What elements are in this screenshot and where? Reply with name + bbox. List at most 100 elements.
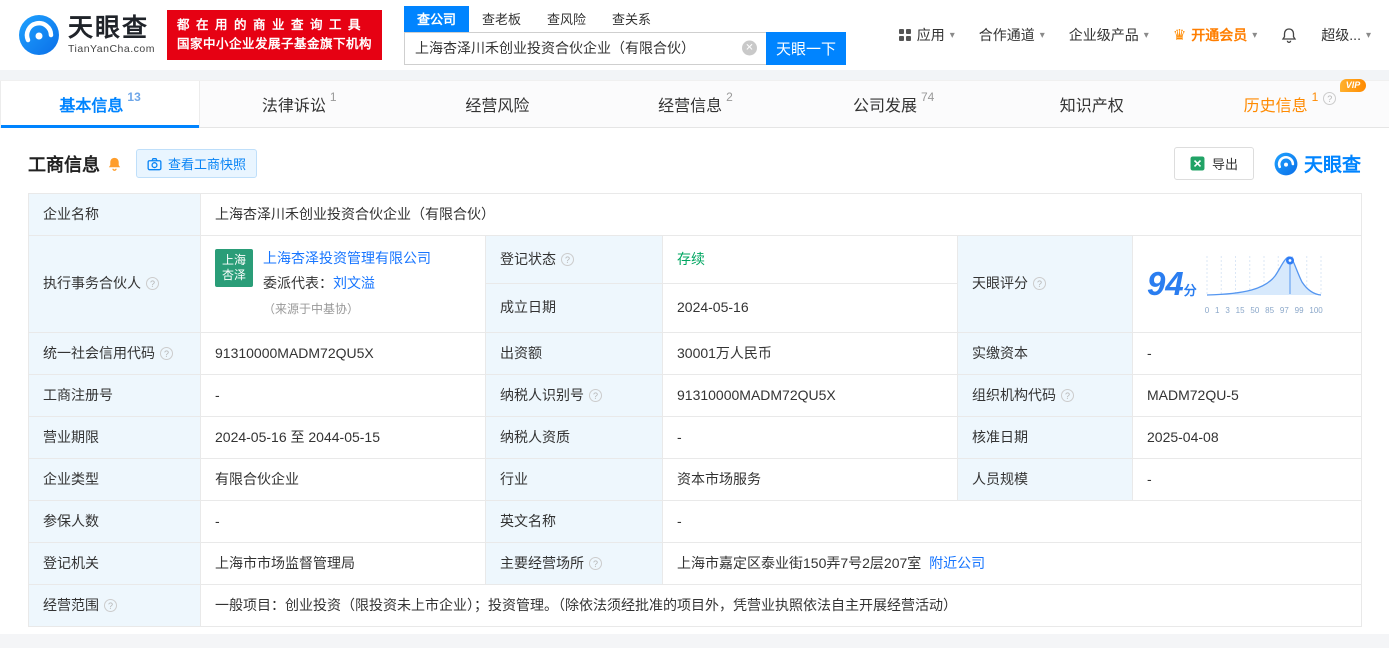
tab-label: 经营风险 [465, 98, 530, 115]
export-button[interactable]: 导出 [1173, 147, 1254, 180]
help-icon[interactable]: ? [160, 346, 173, 360]
partner-company-link[interactable]: 上海杏泽投资管理有限公司 [263, 250, 431, 266]
field-label: 登记机关 [43, 554, 99, 571]
tianyancha-logo-icon [1274, 152, 1298, 175]
clear-search-icon[interactable]: ✕ [741, 40, 757, 56]
help-icon[interactable]: ? [146, 277, 159, 291]
field-label: 行业 [500, 470, 528, 487]
row-business-scope: 经营范围? 一般项目：创业投资（限投资未上市企业）；投资管理。（除依法须经批准的… [28, 583, 1363, 627]
brand-domain: TianYanCha.com [68, 42, 155, 55]
approve-date-value: 2025-04-08 [1147, 428, 1219, 445]
chevron-down-icon: ▾ [1039, 29, 1045, 41]
tab-history-info[interactable]: 历史信息 1 ? VIP [1191, 79, 1389, 127]
value-cell: 有限合伙企业 [200, 457, 486, 501]
tab-basic-info[interactable]: 基本信息 13 [0, 81, 201, 128]
help-icon[interactable]: ? [1323, 92, 1337, 105]
taxpayer-id-value: 91310000MADM72QU5X [677, 386, 836, 403]
search-tab-risk[interactable]: 查风险 [534, 6, 599, 32]
industry-value: 资本市场服务 [677, 470, 761, 487]
business-info-table: 企业名称 上海杏泽川禾创业投资合伙企业（有限合伙） 执行事务合伙人? 上海 杏泽… [28, 193, 1363, 627]
notification-bell[interactable] [1281, 27, 1297, 44]
search-tab-relation[interactable]: 查关系 [599, 6, 664, 32]
label-cell: 企业名称 [28, 193, 201, 236]
score-cell: 94分 0 1 3 15 50 85 97 99 100 [1131, 235, 1363, 333]
value-cell: - [1131, 331, 1363, 375]
en-name-value: - [677, 512, 682, 529]
label-cell: 核准日期 [957, 415, 1133, 459]
label-cell: 英文名称 [485, 499, 663, 543]
nav-apps[interactable]: 应用 ▾ [898, 25, 955, 45]
label-cell: 工商注册号 [28, 373, 201, 417]
tab-count: 1 [329, 90, 337, 104]
label-cell: 统一社会信用代码? [28, 331, 201, 375]
tab-count: 13 [127, 90, 141, 104]
snapshot-button[interactable]: 查看工商快照 [136, 149, 258, 178]
partner-logo: 上海 杏泽 [215, 249, 253, 287]
tab-operation-info[interactable]: 经营信息 2 [596, 81, 794, 127]
field-label: 组织机构代码 [972, 386, 1056, 403]
tab-count: 74 [920, 90, 935, 104]
help-icon[interactable]: ? [561, 253, 574, 267]
value-cell: MADM72QU-5 [1131, 373, 1363, 417]
label-cell: 出资额 [485, 331, 663, 375]
chevron-down-icon: ▾ [1143, 29, 1149, 41]
snapshot-button-label: 查看工商快照 [168, 157, 247, 172]
site-logo[interactable]: 天眼查 TianYanCha.com [18, 14, 155, 56]
row-company-name: 企业名称 上海杏泽川禾创业投资合伙企业（有限合伙） [28, 193, 1363, 236]
taxpayer-quality-value: - [677, 428, 682, 445]
help-icon[interactable]: ? [1061, 388, 1074, 402]
chevron-down-icon: ▾ [949, 29, 955, 41]
label-cell: 实缴资本 [957, 331, 1133, 375]
nav-account-label: 超级... [1321, 27, 1361, 43]
field-label: 统一社会信用代码 [43, 344, 155, 361]
row-partner-status: 执行事务合伙人? 上海 杏泽 上海杏泽投资管理有限公司 委派代表：刘文溢 （来源… [28, 234, 1363, 333]
label-cell: 主要经营场所? [485, 541, 663, 585]
label-cell: 天眼评分? [957, 235, 1133, 333]
bottom-divider [0, 634, 1389, 648]
rep-name-link[interactable]: 刘文溢 [333, 275, 375, 291]
search-tab-boss[interactable]: 查老板 [469, 6, 534, 32]
tab-legal[interactable]: 法律诉讼 1 [200, 81, 398, 127]
rep-label: 委派代表： [263, 275, 333, 292]
nav-account[interactable]: 超级... ▾ [1321, 25, 1371, 45]
nav-cooperation[interactable]: 合作通道 ▾ [979, 25, 1045, 45]
value-cell: - [200, 499, 486, 543]
label-cell: 组织机构代码? [957, 373, 1133, 417]
label-cell: 纳税人资质 [485, 415, 663, 459]
tab-operation-risk[interactable]: 经营风险 [398, 81, 596, 127]
value-cell: - [662, 415, 958, 459]
help-icon[interactable]: ? [589, 388, 602, 402]
field-label: 经营范围 [43, 596, 99, 613]
tab-company-development[interactable]: 公司发展 74 [795, 81, 993, 127]
header-nav: 应用 ▾ 合作通道 ▾ 企业级产品 ▾ ♛ 开通会员 ▾ 超级... ▾ [898, 25, 1371, 45]
help-icon[interactable]: ? [1033, 277, 1046, 291]
search-button[interactable]: 天眼一下 [765, 31, 846, 65]
label-cell: 登记状态? [485, 234, 663, 285]
field-label: 天眼评分 [972, 275, 1028, 292]
label-cell: 企业类型 [28, 457, 201, 501]
subscribe-bell-icon[interactable] [107, 156, 122, 172]
slogan-banner: 都在用的商业查询工具 国家中小企业发展子基金旗下机构 [166, 9, 382, 61]
rep-source: （来源于中基协） [263, 302, 360, 317]
search-tab-company[interactable]: 查公司 [403, 5, 469, 32]
help-icon[interactable]: ? [589, 556, 602, 570]
label-cell: 人员规模 [957, 457, 1133, 501]
nav-open-vip-label: 开通会员 [1191, 27, 1248, 43]
crown-icon: ♛ [1172, 27, 1187, 44]
row-company-type: 企业类型 有限合伙企业 行业 资本市场服务 人员规模 - [28, 457, 1363, 501]
field-label: 参保人数 [43, 512, 99, 529]
partner-cell: 上海 杏泽 上海杏泽投资管理有限公司 委派代表：刘文溢 （来源于中基协） [200, 235, 486, 333]
nearby-companies-link[interactable]: 附近公司 [929, 555, 985, 571]
tab-intellectual-property[interactable]: 知识产权 [993, 81, 1191, 127]
top-header: 天眼查 TianYanCha.com 都在用的商业查询工具 国家中小企业发展子基… [0, 0, 1389, 70]
field-label: 登记状态 [500, 251, 556, 268]
value-cell: 上海市嘉定区泰业街150弄7号2层207室 附近公司 [661, 541, 1363, 585]
help-icon[interactable]: ? [104, 598, 117, 612]
bell-icon [1282, 27, 1297, 43]
search-input[interactable] [403, 31, 766, 65]
nav-enterprise[interactable]: 企业级产品 ▾ [1069, 25, 1149, 45]
nav-open-vip[interactable]: ♛ 开通会员 ▾ [1173, 25, 1257, 45]
value-cell: 上海市市场监督管理局 [200, 541, 486, 585]
value-cell: 一般项目：创业投资（限投资未上市企业）；投资管理。（除依法须经批准的项目外，凭营… [199, 583, 1363, 627]
value-cell: 2025-04-08 [1131, 415, 1363, 459]
